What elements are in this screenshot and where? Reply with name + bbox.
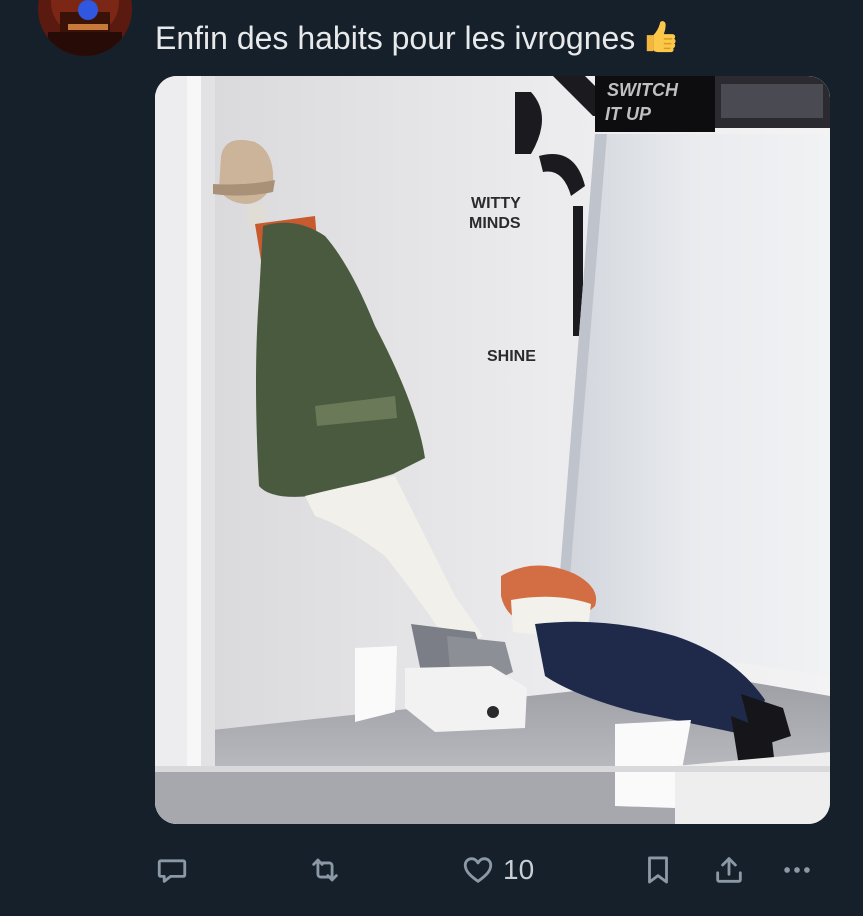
sign-minds: MINDS [469, 215, 521, 232]
sign-switch: SWITCH [607, 80, 679, 100]
tweet-text: Enfin des habits pour les ivrognes [155, 16, 677, 60]
share-icon [712, 853, 746, 887]
thumbs-up-emoji-icon [643, 20, 677, 54]
heart-icon [461, 853, 495, 887]
like-count: 10 [503, 854, 535, 885]
tweet-page: Enfin des habits pour les ivrognes SWITC… [0, 0, 863, 916]
bookmark-button[interactable] [641, 848, 675, 892]
tweet-text-content: Enfin des habits pour les ivrognes [155, 20, 636, 56]
author-handle-row [155, 0, 715, 6]
reply-button[interactable] [155, 848, 189, 892]
tweet-media-image[interactable]: SWITCH IT UP WITTY MINDS SHINE [155, 76, 830, 824]
sign-it-up: IT UP [605, 104, 652, 124]
sign-shine: SHINE [487, 348, 536, 365]
share-button[interactable] [712, 848, 746, 892]
reply-icon [155, 853, 189, 887]
retweet-button[interactable] [308, 848, 342, 892]
more-icon [780, 853, 814, 887]
avatar[interactable] [38, 0, 132, 56]
tweet-actions-bar: 10 [0, 838, 863, 902]
sign-witty: WITTY [471, 195, 521, 212]
more-options-button[interactable] [780, 848, 814, 892]
bookmark-icon [641, 853, 675, 887]
like-button[interactable]: 10 [461, 848, 534, 892]
retweet-icon [308, 853, 342, 887]
